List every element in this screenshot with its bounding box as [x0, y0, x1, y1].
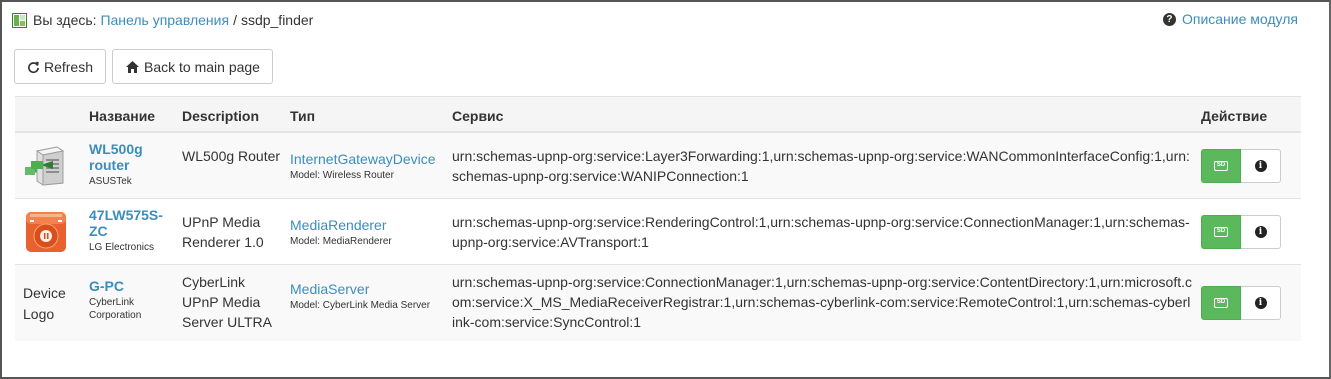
module-icon	[12, 12, 27, 28]
device-name-link[interactable]: 47LW575S-ZC	[89, 207, 177, 239]
sd-icon: SD	[1214, 298, 1228, 308]
breadcrumb: Вы здесь: Панель управления / ssdp_finde…	[12, 10, 313, 30]
device-logo-text: Device Logo	[23, 285, 66, 322]
device-type-link[interactable]: MediaRenderer	[290, 216, 450, 234]
device-name-link[interactable]: G-PC	[89, 278, 177, 294]
device-services: urn:schemas-upnp-org:service:ConnectionM…	[452, 274, 1192, 330]
sd-button[interactable]: SD	[1201, 286, 1241, 320]
device-logo	[23, 209, 69, 258]
table-header: Название Description Тип Сервис Действие	[15, 96, 1301, 133]
device-description: UPnP Media Renderer 1.0	[182, 214, 264, 250]
device-type-cell: MediaServer Model: CyberLink Media Serve…	[290, 280, 450, 312]
router-icon	[25, 146, 65, 186]
device-type-link[interactable]: InternetGatewayDevice	[290, 150, 450, 168]
sd-icon: SD	[1214, 161, 1228, 171]
back-to-main-button[interactable]: Back to main page	[112, 49, 273, 84]
home-icon	[126, 60, 139, 73]
module-help[interactable]: ? Описание модуля	[1162, 11, 1298, 27]
info-button[interactable]: i	[1241, 286, 1281, 320]
device-vendor: ASUSTek	[89, 176, 132, 187]
refresh-icon	[28, 61, 39, 73]
device-vendor: CyberLink Corporation	[89, 297, 142, 321]
info-circle-icon: i	[1254, 297, 1267, 309]
table-row: WL500g router ASUSTek WL500g Router Inte…	[15, 133, 1301, 199]
device-type-cell: InternetGatewayDevice Model: Wireless Ro…	[290, 150, 450, 182]
table-row: Device Logo G-PC CyberLink Corporation C…	[15, 265, 1301, 341]
breadcrumb-home-link[interactable]: Панель управления	[100, 12, 229, 28]
sd-button[interactable]: SD	[1201, 215, 1241, 249]
info-circle-icon: i	[1254, 160, 1267, 172]
action-group: SD i	[1201, 149, 1281, 183]
device-services: urn:schemas-upnp-org:service:RenderingCo…	[452, 214, 1190, 250]
breadcrumb-current: ssdp_finder	[240, 12, 314, 28]
action-group: SD i	[1201, 286, 1281, 320]
page-frame: Вы здесь: Панель управления / ssdp_finde…	[0, 0, 1331, 379]
device-description: WL500g Router	[182, 148, 281, 164]
device-type-cell: MediaRenderer Model: MediaRenderer	[290, 216, 450, 248]
header-name: Название	[89, 108, 156, 124]
action-group: SD i	[1201, 215, 1281, 249]
info-circle-icon: i	[1254, 226, 1267, 238]
breadcrumb-prefix: Вы здесь:	[33, 12, 97, 28]
device-type-link[interactable]: MediaServer	[290, 280, 450, 298]
device-name-cell: G-PC CyberLink Corporation	[89, 278, 177, 322]
table-row: 47LW575S-ZC LG Electronics UPnP Media Re…	[15, 199, 1301, 265]
question-circle-icon: ?	[1162, 12, 1176, 26]
device-model: Model: CyberLink Media Server	[290, 300, 431, 311]
device-name-link[interactable]: WL500g router	[89, 141, 177, 173]
device-logo: Device Logo	[23, 283, 83, 325]
devices-table: Название Description Тип Сервис Действие	[15, 96, 1301, 341]
device-model: Model: MediaRenderer	[290, 236, 392, 247]
refresh-button[interactable]: Refresh	[14, 49, 106, 84]
refresh-label: Refresh	[43, 58, 93, 75]
info-button[interactable]: i	[1241, 149, 1281, 183]
device-name-cell: 47LW575S-ZC LG Electronics	[89, 207, 177, 254]
breadcrumb-separator: /	[233, 12, 237, 28]
back-label: Back to main page	[144, 58, 260, 75]
device-model: Model: Wireless Router	[290, 170, 394, 181]
device-name-cell: WL500g router ASUSTek	[89, 141, 177, 188]
module-help-link[interactable]: Описание модуля	[1182, 11, 1298, 27]
sd-icon: SD	[1214, 227, 1228, 237]
device-logo	[23, 143, 69, 190]
sd-button[interactable]: SD	[1201, 149, 1241, 183]
header-action: Действие	[1201, 108, 1268, 124]
device-description: CyberLink UPnP Media Server ULTRA	[182, 274, 272, 330]
device-vendor: LG Electronics	[89, 242, 155, 253]
header-service: Сервис	[452, 108, 504, 124]
device-services: urn:schemas-upnp-org:service:Layer3Forwa…	[452, 148, 1190, 184]
media-player-icon	[26, 212, 66, 252]
header-description: Description	[182, 108, 260, 124]
header-type: Тип	[290, 108, 316, 124]
info-button[interactable]: i	[1241, 215, 1281, 249]
